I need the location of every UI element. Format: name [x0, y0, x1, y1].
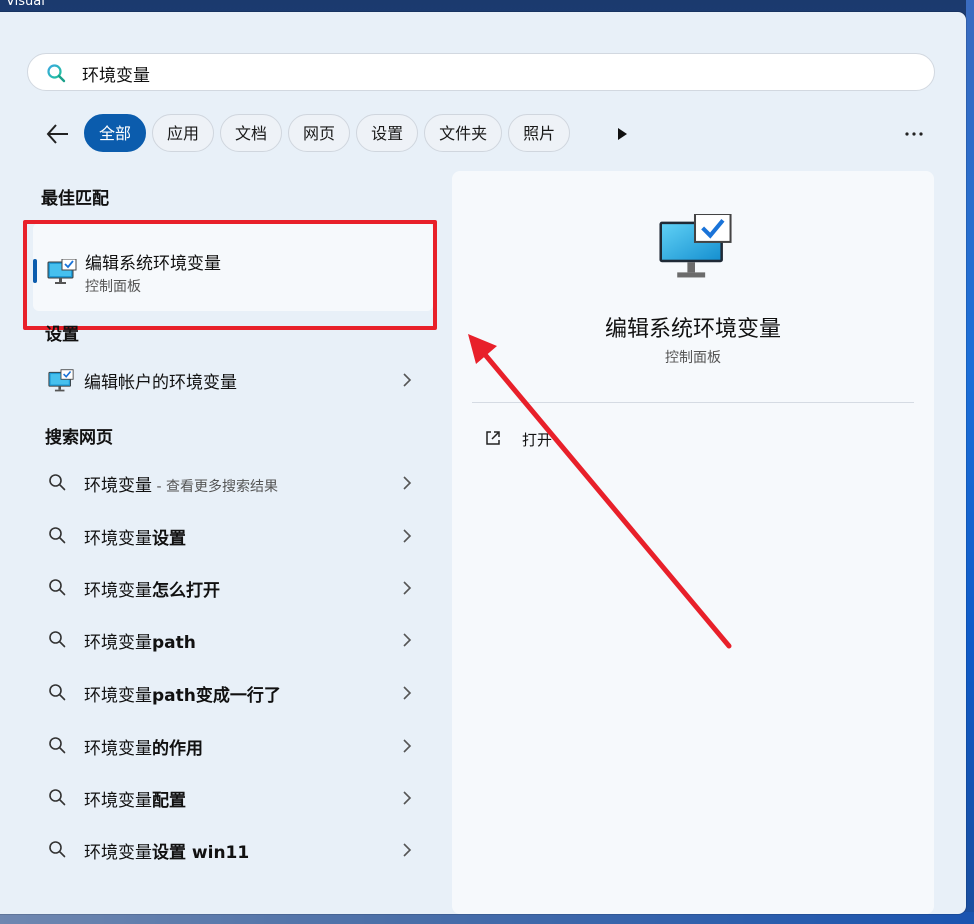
suggestion-prefix: 环境变量 — [84, 843, 152, 863]
preview-subtitle: 控制面板 — [665, 350, 721, 366]
chevron-right-icon — [402, 790, 412, 810]
chevron-right-icon — [402, 685, 412, 705]
chip-web[interactable]: 网页 — [288, 114, 351, 152]
chevron-right-icon — [402, 372, 412, 392]
search-box[interactable] — [27, 53, 935, 91]
suggestion-hint: - 查看更多搜索结果 — [152, 479, 278, 495]
web-suggestion-row[interactable]: 环境变量path — [34, 615, 432, 665]
ellipsis-icon — [905, 132, 923, 136]
web-suggestion-row[interactable]: 环境变量path变成一行了 — [34, 668, 432, 718]
search-web-heading: 搜索网页 — [45, 428, 113, 448]
chip-documents[interactable]: 文档 — [220, 114, 283, 152]
web-suggestion-row[interactable]: 环境变量怎么打开 — [34, 563, 432, 613]
best-match-heading: 最佳匹配 — [41, 189, 109, 209]
suggestion-completion: 设置 — [152, 529, 186, 549]
chip-settings[interactable]: 设置 — [356, 114, 419, 152]
chip-all[interactable]: 全部 — [84, 114, 147, 152]
annotation-highlight-box — [23, 220, 437, 330]
web-suggestion-row[interactable]: 环境变量 - 查看更多搜索结果 — [34, 458, 432, 508]
search-icon — [48, 473, 66, 495]
settings-item-label: 编辑帐户的环境变量 — [84, 373, 237, 393]
web-suggestion-row[interactable]: 环境变量的作用 — [34, 721, 432, 771]
play-right-icon — [618, 128, 627, 140]
preview-panel: 编辑系统环境变量 控制面板 打开 — [452, 171, 934, 914]
suggestion-prefix: 环境变量 — [84, 529, 152, 549]
more-filters-button[interactable] — [614, 124, 630, 144]
chevron-right-icon — [402, 738, 412, 758]
suggestion-prefix: 环境变量 — [84, 791, 152, 811]
suggestion-prefix: 环境变量 — [84, 633, 152, 653]
search-icon — [48, 788, 66, 810]
search-icon — [48, 578, 66, 600]
search-window: 全部 应用 文档 网页 设置 文件夹 照片 最佳匹配 — [0, 12, 966, 914]
chevron-right-icon — [402, 632, 412, 652]
preview-title: 编辑系统环境变量 — [604, 317, 781, 342]
settings-heading: 设置 — [45, 325, 79, 345]
monitor-check-icon — [656, 212, 734, 284]
suggestion-completion: 怎么打开 — [152, 581, 220, 601]
chevron-right-icon — [402, 580, 412, 600]
open-label: 打开 — [522, 431, 553, 449]
open-button[interactable]: 打开 — [484, 427, 604, 451]
search-icon — [48, 683, 66, 705]
chip-photos[interactable]: 照片 — [508, 114, 571, 152]
search-icon — [46, 63, 66, 87]
search-input[interactable] — [80, 58, 904, 88]
suggestion-prefix: 环境变量 — [84, 476, 152, 496]
chevron-right-icon — [402, 475, 412, 495]
suggestion-completion: 的作用 — [152, 739, 203, 759]
suggestion-completion: 配置 — [152, 791, 186, 811]
suggestion-prefix: 环境变量 — [84, 739, 152, 759]
search-icon — [48, 630, 66, 652]
desktop-corner-text: Visual — [6, 0, 45, 9]
back-button[interactable] — [44, 121, 72, 147]
suggestion-completion: path变成一行了 — [152, 686, 281, 706]
desktop-background-right — [966, 0, 974, 924]
filter-chips: 全部 应用 文档 网页 设置 文件夹 照片 — [84, 114, 571, 154]
suggestion-prefix: 环境变量 — [84, 581, 152, 601]
back-arrow-icon — [46, 124, 68, 144]
search-icon — [48, 736, 66, 758]
web-suggestion-row[interactable]: 环境变量设置 win11 — [34, 825, 432, 875]
chevron-right-icon — [402, 528, 412, 548]
chip-folders[interactable]: 文件夹 — [424, 114, 503, 152]
divider — [472, 402, 914, 403]
chip-apps[interactable]: 应用 — [152, 114, 215, 152]
monitor-check-icon — [48, 369, 74, 397]
chevron-right-icon — [402, 842, 412, 862]
suggestion-completion: path — [152, 633, 196, 653]
settings-item-account-env[interactable]: 编辑帐户的环境变量 — [34, 355, 432, 405]
search-icon — [48, 526, 66, 548]
suggestion-completion: 设置 win11 — [152, 843, 250, 863]
web-suggestion-row[interactable]: 环境变量配置 — [34, 773, 432, 823]
open-external-icon — [484, 429, 502, 451]
search-icon — [48, 840, 66, 862]
suggestion-prefix: 环境变量 — [84, 686, 152, 706]
more-options-button[interactable] — [900, 124, 928, 144]
web-suggestion-row[interactable]: 环境变量设置 — [34, 511, 432, 561]
